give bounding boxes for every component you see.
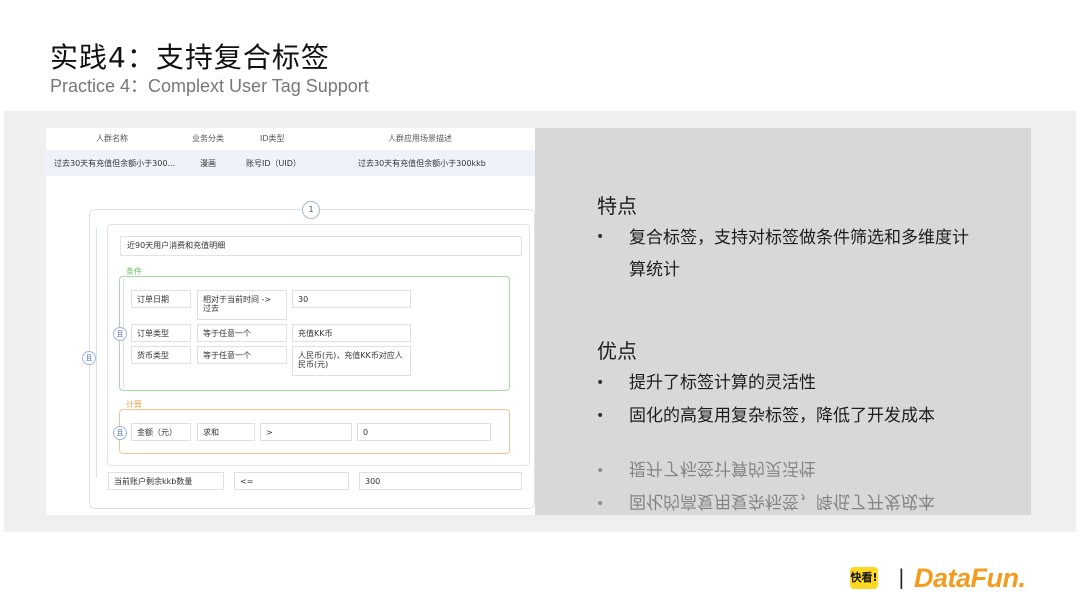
features-item: 复合标签，支持对标签做条件筛选和多维度计算统计 [629, 228, 969, 280]
condition-value-input[interactable]: 人民币(元)，充值KK币对应人民币(元) [292, 346, 411, 376]
step-number: 1 [302, 201, 320, 219]
advantages-item: 提升了标签计算的灵活性 [629, 373, 816, 393]
condition-field-select[interactable]: 货币类型 [131, 346, 191, 364]
advantages-heading: 优点 [597, 339, 637, 363]
bullet: • [596, 375, 605, 391]
table-cell-name: 过去30天有充值但余额小于300... [54, 159, 176, 168]
bullet: • [596, 229, 605, 245]
bullet: • [596, 461, 605, 477]
condition-operator-select[interactable]: 相对于当前时间 -> 过去 [197, 290, 287, 320]
reflection: • 固化的高复用复杂标签，降低了开发成本 • 提升了标签计算的灵活性 [535, 440, 1031, 515]
calc-field-select[interactable]: 金额（元） [131, 423, 191, 441]
and-toggle-inner[interactable]: 且 [113, 327, 127, 341]
table-header-description: 人群应用场景描述 [388, 134, 452, 143]
table-header-category: 业务分类 [192, 134, 224, 143]
tag-editor-screenshot: 人群名称 业务分类 ID类型 人群应用场景描述 过去30天有充值但余额小于300… [46, 128, 535, 515]
slide-title: 实践4：支持复合标签 [50, 41, 330, 74]
table-cell-category: 漫画 [200, 159, 216, 168]
outer-connector-line [96, 228, 97, 478]
condition-field-select[interactable]: 订单日期 [131, 290, 191, 308]
condition-field-select[interactable]: 订单类型 [131, 324, 191, 342]
slide-subtitle: Practice 4：Complext User Tag Support [50, 76, 369, 96]
condition-value-input[interactable]: 充值KK币 [292, 324, 411, 342]
calc-value-input[interactable]: 0 [357, 423, 491, 441]
bottom-operator-select[interactable]: <= [234, 472, 349, 490]
bottom-field-select[interactable]: 当前账户剩余kkb数量 [108, 472, 224, 490]
bottom-value-input[interactable]: 300 [359, 472, 522, 490]
condition-operator-select[interactable]: 等于任意一个 [197, 346, 287, 364]
kuaikan-logo: 快看! [850, 567, 878, 589]
table-header-id-type: ID类型 [260, 134, 285, 143]
summary-panel: 特点 • 复合标签，支持对标签做条件筛选和多维度计算统计 优点 • 提升了标签计… [535, 128, 1031, 515]
calc-agg-select[interactable]: 求和 [197, 423, 255, 441]
bullet: • [596, 494, 605, 510]
table-cell-description: 过去30天有充值但余额小于300kkb [358, 159, 486, 168]
and-toggle-calc[interactable]: 且 [113, 426, 127, 440]
logo-separator: | [898, 565, 905, 589]
tag-name-field[interactable]: 近90天用户消费和充值明细 [120, 236, 522, 256]
features-heading: 特点 [597, 194, 637, 218]
table-cell-id-type: 账号ID（UID） [246, 159, 301, 168]
table-header-name: 人群名称 [96, 134, 128, 143]
bullet: • [596, 408, 605, 424]
calc-operator-select[interactable]: > [260, 423, 352, 441]
and-toggle-outer[interactable]: 且 [82, 351, 96, 365]
reflection-item: 固化的高复用复杂标签，降低了开发成本 [629, 491, 935, 511]
advantages-item: 固化的高复用复杂标签，降低了开发成本 [629, 406, 935, 426]
condition-value-input[interactable]: 30 [292, 290, 411, 308]
condition-operator-select[interactable]: 等于任意一个 [197, 324, 287, 342]
reflection-item: 提升了标签计算的灵活性 [629, 458, 816, 478]
datafun-logo: DataFun. [914, 563, 1026, 593]
